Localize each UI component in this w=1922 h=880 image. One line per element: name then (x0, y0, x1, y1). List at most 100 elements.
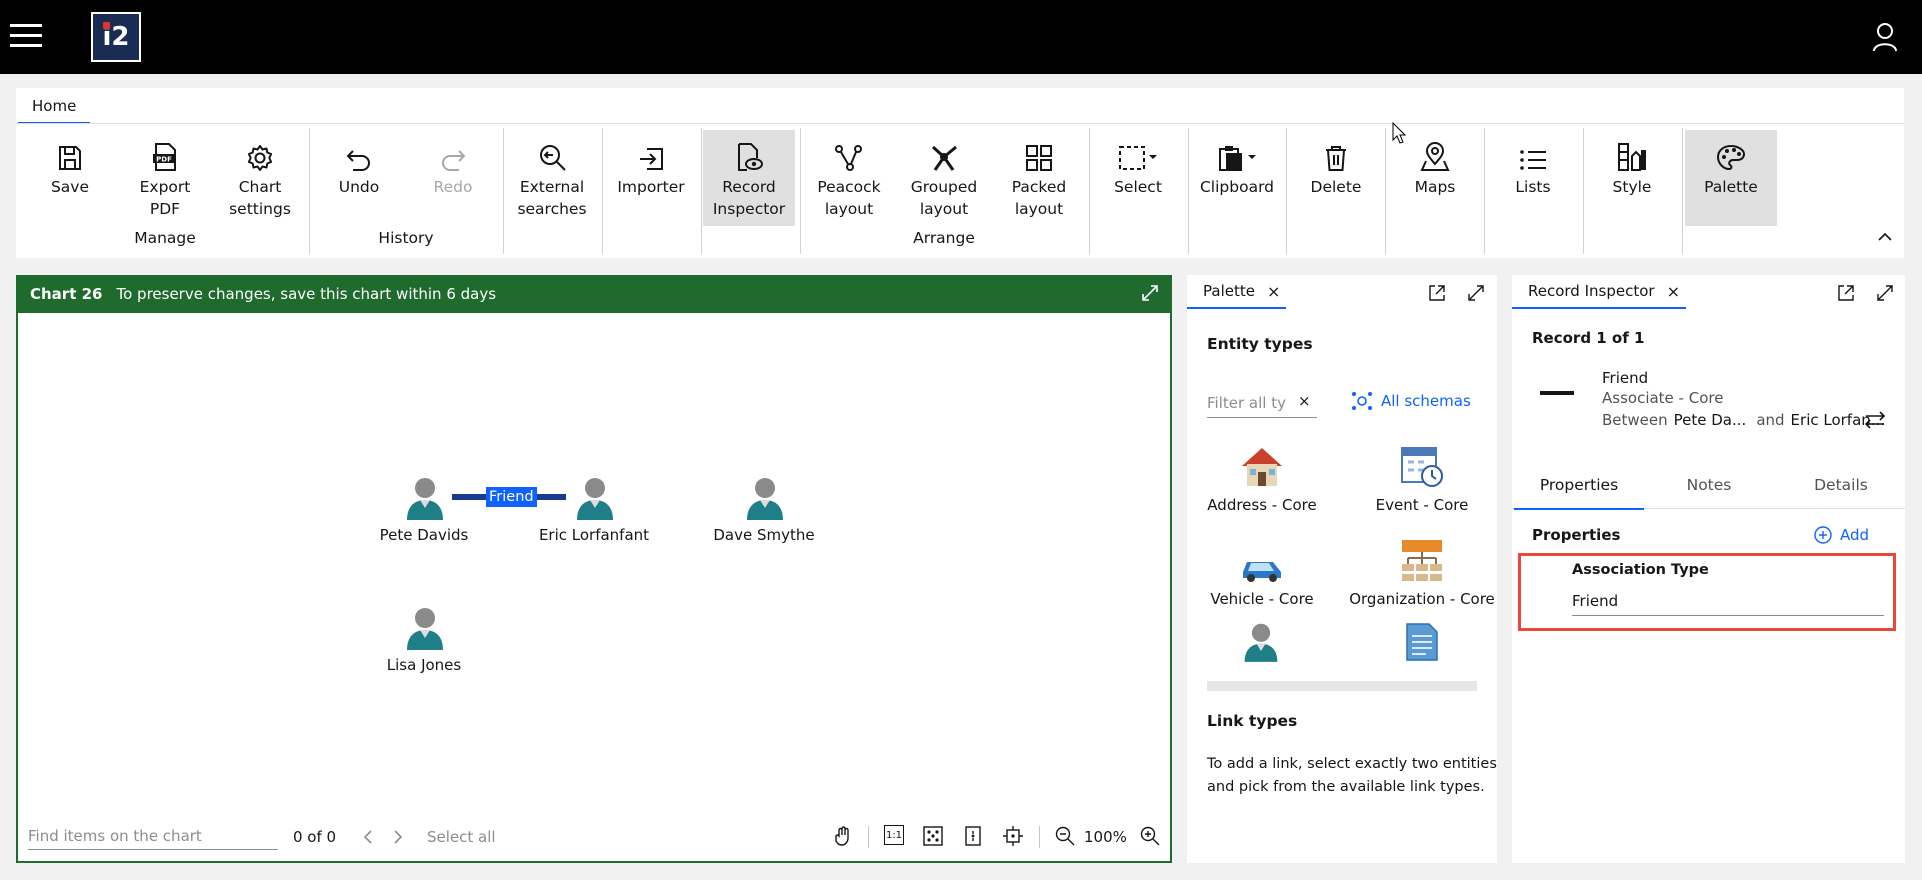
org-chart-icon (1342, 526, 1502, 582)
undo-icon (345, 130, 373, 172)
person-icon[interactable] (403, 474, 447, 520)
ribbon-separator (1484, 128, 1485, 254)
link-label[interactable]: Friend (486, 487, 537, 507)
close-icon[interactable]: × (1667, 282, 1680, 301)
maximize-icon[interactable] (1467, 284, 1485, 302)
zoom-in-icon[interactable] (1140, 826, 1160, 846)
zoom-out-icon[interactable] (1055, 826, 1075, 846)
grouped-layout-button[interactable]: Grouped layout (898, 130, 990, 226)
save-button[interactable]: Save (24, 130, 116, 226)
document-icon[interactable] (1405, 622, 1439, 662)
entity-type-vehicle[interactable]: Vehicle - Core (1182, 526, 1342, 608)
link-help-line-2: and pick from the available link types. (1207, 779, 1485, 795)
close-icon[interactable]: × (1267, 282, 1280, 301)
previous-icon[interactable] (362, 829, 374, 845)
ribbon-separator (1682, 128, 1683, 254)
style-brush-icon (1617, 130, 1647, 172)
tab-notes[interactable]: Notes (1644, 476, 1774, 494)
save-icon (57, 130, 83, 172)
swap-direction-icon[interactable] (1864, 411, 1886, 429)
link-help-line-1: To add a link, select exactly two entiti… (1207, 756, 1497, 772)
hand-icon[interactable] (834, 826, 852, 846)
node-label: Dave Smythe (713, 526, 815, 544)
fit-to-window-icon[interactable] (923, 826, 943, 846)
collapse-ribbon-icon[interactable] (1877, 232, 1893, 242)
entity-type-organization[interactable]: Organization - Core (1342, 526, 1502, 608)
chart-settings-button[interactable]: Chart settings (214, 130, 306, 226)
select-box-icon (1117, 130, 1159, 172)
add-property-button[interactable]: Add (1814, 526, 1869, 544)
car-icon (1182, 526, 1342, 582)
entity-type-label: Vehicle - Core (1210, 590, 1314, 608)
importer-label: Importer (617, 178, 685, 196)
packed-layout-button[interactable]: Packed layout (993, 130, 1085, 226)
tab-home[interactable]: Home (18, 90, 91, 124)
person-icon[interactable] (403, 604, 447, 650)
pop-out-icon[interactable] (1837, 284, 1855, 302)
person-icon[interactable] (743, 474, 787, 520)
external-searches-label-1: External (519, 178, 585, 196)
clipboard-button[interactable]: Clipboard (1191, 130, 1283, 226)
delete-button[interactable]: Delete (1290, 130, 1382, 226)
all-schemas-link[interactable]: All schemas (1381, 392, 1471, 410)
export-pdf-button[interactable]: PDF Export PDF (119, 130, 211, 226)
redo-button[interactable]: Redo (407, 130, 499, 226)
undo-label: Undo (338, 178, 380, 196)
maximize-icon[interactable] (1876, 284, 1894, 302)
entity-type-address[interactable]: Address - Core (1182, 432, 1342, 514)
maps-button[interactable]: Maps (1389, 130, 1481, 226)
tab-palette[interactable]: Palette × (1187, 275, 1287, 309)
select-button[interactable]: Select (1092, 130, 1184, 226)
lists-label: Lists (1515, 178, 1551, 196)
packed-label-2: layout (1014, 200, 1064, 218)
person-icon[interactable] (573, 474, 617, 520)
toolbar-separator (868, 826, 869, 848)
importer-button[interactable]: Importer (605, 130, 697, 226)
inspector-tab-label: Record Inspector (1528, 282, 1655, 300)
menu-icon[interactable] (10, 22, 42, 50)
ribbon-separator (1089, 128, 1090, 254)
record-ends: Between Pete Da... and Eric Lorfan... (1602, 411, 1885, 429)
tab-properties[interactable]: Properties (1514, 476, 1644, 510)
clear-filter-icon[interactable]: × (1298, 392, 1311, 410)
palette-button[interactable]: Palette (1685, 130, 1777, 226)
lists-button[interactable]: Lists (1487, 130, 1579, 226)
pop-out-icon[interactable] (1428, 284, 1446, 302)
clipboard-icon (1216, 130, 1258, 172)
palette-scrollbar[interactable] (1207, 681, 1477, 691)
node-label: Pete Davids (379, 526, 469, 544)
find-items-input[interactable]: Find items on the chart (28, 822, 278, 850)
tab-details[interactable]: Details (1776, 476, 1906, 494)
undo-button[interactable]: Undo (313, 130, 405, 226)
export-label-2: PDF (149, 200, 181, 218)
association-type-input[interactable]: Friend (1572, 586, 1884, 616)
record-inspector-icon (735, 130, 763, 172)
next-icon[interactable] (392, 829, 404, 845)
entity-types-title: Entity types (1207, 335, 1313, 353)
ribbon-separator (1286, 128, 1287, 254)
external-searches-button[interactable]: External searches (506, 130, 598, 226)
packed-layout-icon (1025, 130, 1053, 172)
center-icon[interactable] (1003, 826, 1023, 846)
peacock-label-2: layout (824, 200, 874, 218)
actual-size-label: 1:1 (885, 829, 903, 841)
select-all-link[interactable]: Select all (427, 828, 496, 846)
record-count: Record 1 of 1 (1532, 329, 1645, 347)
link-end-1[interactable]: Pete Da... (1674, 411, 1747, 429)
style-button[interactable]: Style (1586, 130, 1678, 226)
node-label: Eric Lorfanfant (538, 526, 650, 544)
peacock-layout-button[interactable]: Peacock layout (803, 130, 895, 226)
redo-icon (439, 130, 467, 172)
maximize-icon[interactable] (1141, 284, 1159, 302)
fit-selection-icon[interactable] (963, 826, 983, 846)
actual-size-button[interactable]: 1:1 (884, 825, 904, 845)
ribbon-separator (602, 128, 603, 254)
tab-record-inspector[interactable]: Record Inspector × (1512, 275, 1686, 309)
field-label: Association Type (1572, 562, 1709, 578)
user-icon[interactable] (1872, 22, 1898, 52)
chart-canvas[interactable] (16, 275, 1172, 863)
record-inspector-button[interactable]: Record Inspector (703, 130, 795, 226)
person-icon[interactable] (1241, 620, 1281, 662)
entity-type-event[interactable]: Event - Core (1342, 432, 1502, 514)
schema-icon (1351, 391, 1373, 411)
